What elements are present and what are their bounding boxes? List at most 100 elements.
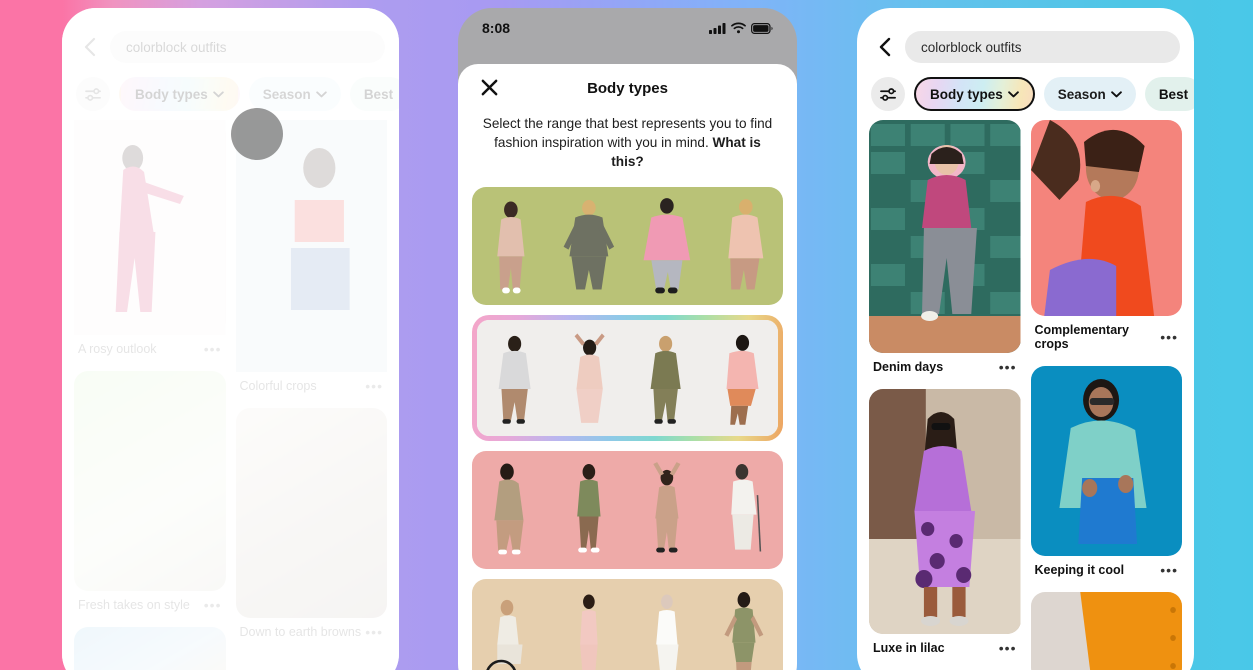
phone-right: colorblock outfits Body types Season Bes… bbox=[857, 8, 1194, 670]
figure-illustration bbox=[728, 199, 764, 290]
chevron-down-icon bbox=[213, 90, 224, 97]
status-time: 8:08 bbox=[482, 20, 511, 36]
pin-more-button[interactable]: ••• bbox=[204, 342, 222, 356]
body-type-range-4[interactable] bbox=[472, 579, 783, 670]
body-type-thumb bbox=[472, 579, 550, 670]
chip-label: Best bbox=[1158, 86, 1189, 102]
figure-illustration bbox=[563, 200, 614, 290]
chip-season[interactable]: Season bbox=[248, 77, 341, 111]
body-type-thumb bbox=[702, 320, 778, 436]
body-type-thumb bbox=[627, 451, 706, 569]
pin-image bbox=[869, 389, 1021, 634]
pin-title: Fresh takes on style bbox=[78, 598, 190, 612]
status-icons bbox=[709, 22, 773, 34]
pin-image bbox=[235, 408, 387, 618]
close-icon-glyph bbox=[481, 79, 498, 96]
pin-meta: Fresh takes on style ••• bbox=[74, 591, 226, 621]
figure-illustration bbox=[498, 335, 531, 424]
figure-illustration bbox=[652, 462, 680, 553]
pin-image bbox=[1030, 366, 1182, 556]
pin-more-button[interactable]: ••• bbox=[999, 641, 1017, 655]
pin-title: Colorful crops bbox=[239, 379, 317, 393]
pin-more-button[interactable]: ••• bbox=[1160, 563, 1178, 577]
figure-illustration bbox=[650, 335, 681, 424]
chevron-down-icon bbox=[1007, 90, 1019, 97]
pin-more-button[interactable]: ••• bbox=[365, 625, 383, 639]
wifi-icon bbox=[731, 22, 746, 34]
filter-chip-row-left: Body types Season Best bbox=[62, 66, 399, 120]
figure-illustration bbox=[579, 594, 598, 670]
pin-card[interactable]: Luxe in lilac ••• bbox=[869, 389, 1021, 664]
chevron-left-icon bbox=[84, 37, 95, 57]
chip-label: Best bbox=[363, 86, 394, 102]
pin-illustration bbox=[1030, 120, 1182, 316]
sliders-icon bbox=[879, 87, 896, 101]
figure-illustration bbox=[724, 592, 764, 670]
pin-more-button[interactable]: ••• bbox=[1160, 330, 1178, 344]
chip-body-types[interactable]: Body types bbox=[119, 77, 240, 111]
figure-illustration bbox=[655, 594, 679, 670]
chip-label: Season bbox=[262, 86, 311, 102]
chip-label: Body types bbox=[135, 86, 208, 102]
pin-column-1: A rosy outlook ••• Fresh takes on style … bbox=[74, 120, 226, 670]
pin-illustration bbox=[74, 120, 226, 335]
body-type-range-2[interactable] bbox=[472, 315, 783, 441]
body-type-thumb bbox=[705, 579, 783, 670]
body-type-thumb bbox=[627, 187, 706, 305]
pin-card[interactable]: Denim days ••• bbox=[869, 120, 1021, 383]
pin-title: Luxe in lilac bbox=[873, 641, 945, 655]
pin-card[interactable]: Complementary crops ••• bbox=[1030, 120, 1183, 360]
filter-chip-row-right: Body types Season Best bbox=[857, 66, 1194, 120]
body-type-thumb bbox=[472, 451, 550, 569]
chip-best[interactable]: Best bbox=[1144, 77, 1194, 111]
pin-meta: A rosy outlook ••• bbox=[74, 335, 226, 365]
pin-card[interactable]: A rosy outlook ••• bbox=[74, 120, 226, 365]
pin-illustration bbox=[869, 389, 1021, 634]
pin-more-button[interactable]: ••• bbox=[365, 379, 383, 393]
sheet-description: Select the range that best represents yo… bbox=[472, 112, 783, 187]
pin-illustration bbox=[1030, 592, 1182, 670]
chip-best[interactable]: Best bbox=[349, 77, 399, 111]
back-button[interactable] bbox=[871, 34, 897, 60]
phone-left: colorblock outfits Body types Season Bes… bbox=[62, 8, 399, 670]
pin-card[interactable]: Keeping it cool ••• bbox=[1030, 366, 1183, 586]
sheet-header: Body types bbox=[472, 64, 783, 112]
pin-meta: Complementary crops ••• bbox=[1031, 316, 1183, 360]
pin-meta: Keeping it cool ••• bbox=[1031, 556, 1183, 586]
body-type-thumb bbox=[549, 579, 628, 670]
figure-illustration bbox=[643, 198, 690, 294]
pin-column-1: Denim days ••• Luxe in lilac ••• bbox=[869, 120, 1021, 670]
filter-sliders-button[interactable] bbox=[76, 77, 110, 111]
search-input[interactable]: colorblock outfits bbox=[905, 31, 1180, 63]
chevron-down-icon bbox=[316, 90, 327, 97]
chevron-left-icon bbox=[879, 37, 890, 57]
pin-title: Keeping it cool bbox=[1034, 563, 1125, 577]
pin-column-2: Colorful crops ••• Down to earth browns … bbox=[235, 120, 388, 670]
chip-label: Season bbox=[1057, 86, 1106, 102]
body-type-range-1[interactable] bbox=[472, 187, 783, 305]
pin-card[interactable]: Fresh takes on style ••• bbox=[74, 371, 226, 621]
filter-sliders-button[interactable] bbox=[871, 77, 905, 111]
chip-label: Body types bbox=[930, 86, 1003, 102]
pin-card[interactable]: Down to earth browns ••• bbox=[235, 408, 388, 648]
pin-card[interactable] bbox=[1030, 592, 1182, 670]
close-x-icon[interactable] bbox=[480, 78, 499, 101]
pin-more-button[interactable]: ••• bbox=[999, 360, 1017, 374]
chip-body-types[interactable]: Body types bbox=[914, 77, 1035, 111]
search-input[interactable]: colorblock outfits bbox=[110, 31, 385, 63]
pin-grid-left: A rosy outlook ••• Fresh takes on style … bbox=[62, 120, 399, 670]
pin-card[interactable] bbox=[74, 627, 226, 670]
figure-illustration bbox=[576, 464, 601, 553]
pin-more-button[interactable]: ••• bbox=[204, 598, 222, 612]
body-type-range-3[interactable] bbox=[472, 451, 783, 569]
pin-meta: Down to earth browns ••• bbox=[236, 618, 388, 648]
pin-grid-right: Denim days ••• Luxe in lilac ••• Complem… bbox=[857, 120, 1194, 670]
pin-image bbox=[1030, 120, 1182, 316]
pin-card[interactable]: Colorful crops ••• bbox=[235, 120, 387, 402]
pin-title: Denim days bbox=[873, 360, 944, 374]
body-type-range-inner bbox=[477, 320, 778, 436]
chip-season[interactable]: Season bbox=[1043, 77, 1136, 111]
back-button[interactable] bbox=[76, 34, 102, 60]
pin-meta: Luxe in lilac ••• bbox=[869, 634, 1021, 664]
search-header-left: colorblock outfits bbox=[62, 8, 399, 66]
